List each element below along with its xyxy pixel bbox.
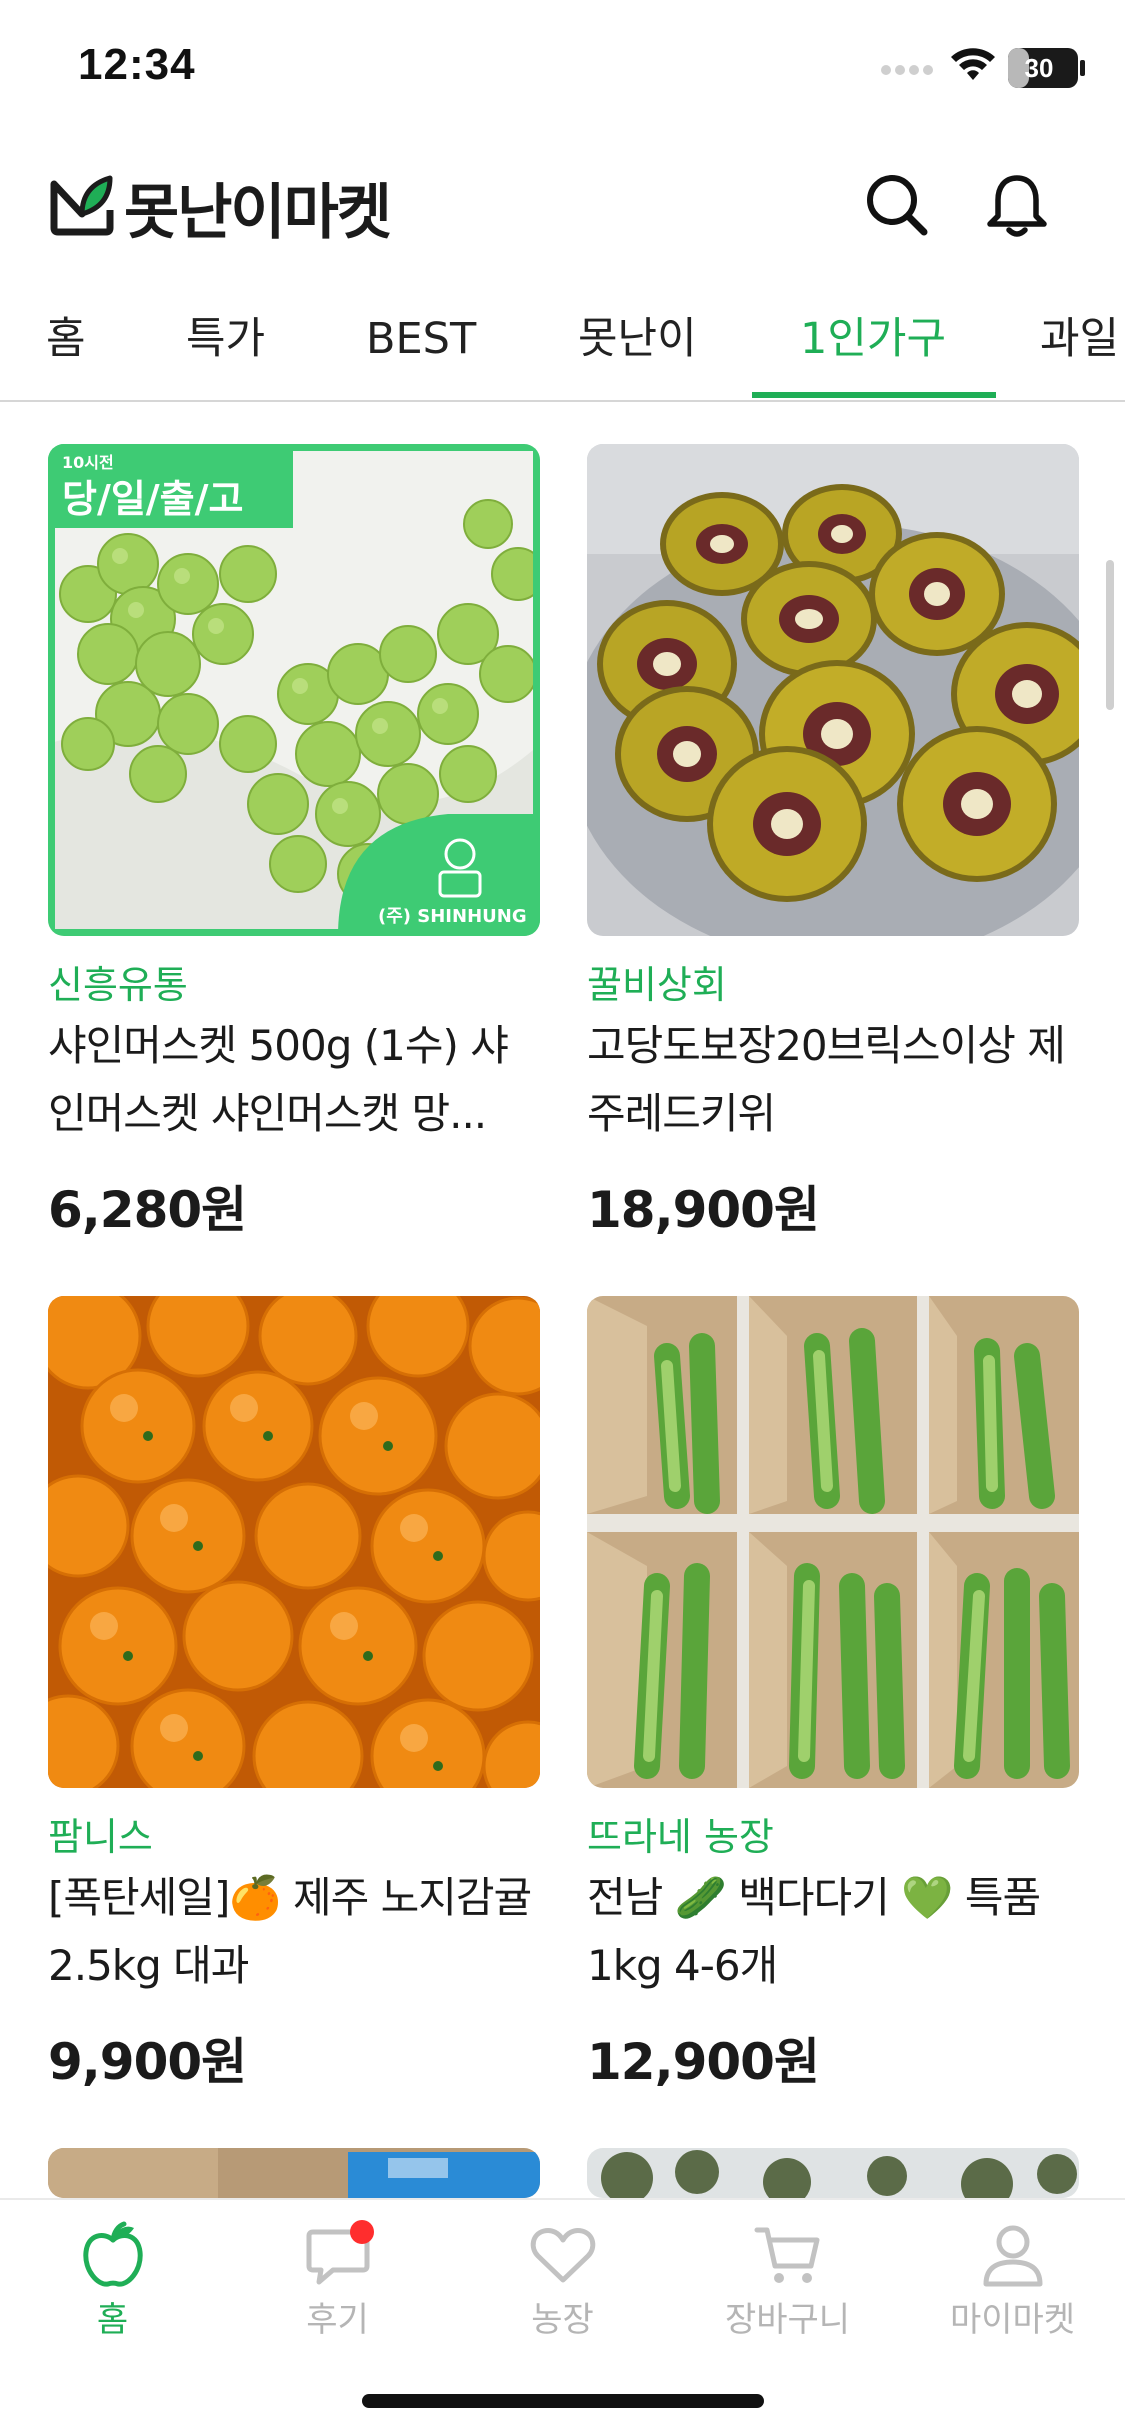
product-image-partial [587,2148,1079,2198]
search-icon[interactable] [862,170,932,240]
product-image[interactable] [587,1296,1079,1788]
category-tab-single-household[interactable]: 1인가구 [800,304,946,374]
category-tab-ugly[interactable]: 못난이 [578,304,697,374]
battery-icon: 30 [1008,48,1078,88]
product-card[interactable]: 팜니스 [폭탄세일]🍊 제주 노지감귤 2.5kg 대과 9,900원 [48,1296,540,2096]
product-price: 12,900원 [587,2033,820,2091]
tab-my-market[interactable]: 마이마켓 [900,2200,1125,2350]
product-card[interactable]: 꿀비상회 고당도보장20브릭스이상 제주레드키위 18,900원 [587,444,1079,1244]
product-image[interactable] [587,444,1079,936]
cucumbers-image [587,1296,1079,1788]
battery-cap [1080,60,1085,76]
cellular-signal-icon [881,65,933,75]
active-tab-indicator [752,392,996,398]
status-bar: 12:34 30 [0,0,1125,140]
logo-icon [50,175,114,236]
product-seller[interactable]: 팜니스 [48,1806,153,1861]
category-tab-special[interactable]: 특가 [186,304,265,374]
product-card[interactable] [48,2148,540,2198]
tab-cart[interactable]: 장바구니 [675,2200,900,2350]
product-name[interactable]: [폭탄세일]🍊 제주 노지감귤 2.5kg 대과 [48,1864,540,2000]
product-name[interactable]: 전남 🥒 백다다기 💚 특품 1kg 4-6개 [587,1864,1079,2000]
tab-my-market-label: 마이마켓 [949,2300,1076,2340]
brand-text: (주) SHINHUNG [378,906,527,927]
home-indicator[interactable] [362,2394,764,2408]
tab-cart-label: 장바구니 [724,2300,851,2340]
tab-farm-label: 농장 [531,2300,594,2340]
product-seller[interactable]: 꿀비상회 [587,954,727,1009]
category-tabs: 홈 특가 BEST 못난이 1인가구 과일 [0,290,1125,402]
apple-icon [83,2221,143,2287]
product-seller[interactable]: 신흥유통 [48,954,188,1009]
battery-level-text: 30 [1024,53,1054,83]
heart-icon [530,2228,596,2283]
product-card[interactable] [587,2148,1079,2198]
tab-home[interactable]: 홈 [0,2200,225,2350]
product-image[interactable] [48,1296,540,1788]
tab-home-label: 홈 [96,2300,129,2340]
scroll-indicator[interactable] [1106,560,1114,710]
product-card[interactable]: 뜨라네 농장 전남 🥒 백다다기 💚 특품 1kg 4-6개 12,900원 [587,1296,1079,2096]
person-icon [983,2225,1043,2287]
status-time: 12:34 [78,40,196,89]
cart-icon [754,2227,820,2283]
tab-reviews-label: 후기 [306,2300,369,2340]
tab-reviews[interactable]: 후기 [225,2200,450,2350]
category-tab-fruit[interactable]: 과일 [1040,304,1119,374]
bell-icon[interactable] [982,170,1052,240]
product-image[interactable]: 10시전 당/일/출/고 (주) SHINHUNG [48,444,540,936]
kiwi-image [587,444,1079,936]
app-logo-text[interactable]: 못난이마켓 [124,164,392,251]
category-tab-best[interactable]: BEST [366,304,476,374]
app-header: 못난이마켓 [0,150,1125,260]
badge-text: 당/일/출/고 [62,477,243,521]
tab-farm[interactable]: 농장 [450,2200,675,2350]
category-tab-home[interactable]: 홈 [46,304,86,374]
product-name[interactable]: 샤인머스켓 500g (1수) 샤인머스켓 샤인머스캣 망... [48,1012,540,1148]
product-card[interactable]: 10시전 당/일/출/고 (주) SHINHUNG 신흥유통 샤인머스켓 500… [48,444,540,1244]
product-image[interactable] [48,2148,540,2198]
product-name[interactable]: 고당도보장20브릭스이상 제주레드키위 [587,1012,1079,1148]
product-image[interactable] [587,2148,1079,2198]
grapes-image: 10시전 당/일/출/고 (주) SHINHUNG [48,444,540,936]
product-price: 9,900원 [48,2033,247,2091]
wifi-icon [951,48,995,80]
product-price: 18,900원 [587,1181,820,1239]
badge-small-text: 10시전 [62,453,114,472]
product-price: 6,280원 [48,1181,247,1239]
notification-badge [350,2220,374,2244]
tangerines-image [48,1296,540,1788]
product-image-partial [48,2148,540,2198]
product-seller[interactable]: 뜨라네 농장 [587,1806,774,1861]
